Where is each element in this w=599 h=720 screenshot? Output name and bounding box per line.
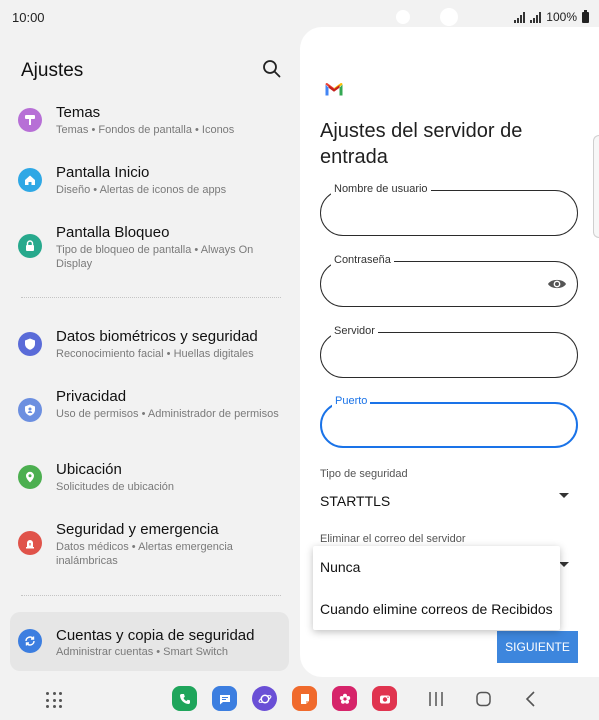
edge-panel-handle[interactable] (593, 135, 599, 238)
port-label: Puerto (332, 395, 371, 407)
port-input[interactable] (336, 416, 536, 436)
port-field[interactable]: Puerto (320, 395, 578, 448)
section-divider (21, 297, 281, 298)
lock-icon (18, 234, 42, 258)
settings-item-subtitle: Administrar cuentas • Smart Switch (56, 646, 228, 658)
internet-icon[interactable] (252, 686, 277, 711)
username-input[interactable] (335, 203, 535, 223)
settings-item-title: Pantalla Inicio (56, 164, 150, 181)
password-label: Contraseña (331, 254, 394, 266)
settings-item-emergencia[interactable]: Seguridad y emergencia Datos médicos • A… (10, 521, 289, 571)
location-pin-icon (18, 465, 42, 489)
back-icon[interactable] (524, 689, 538, 709)
settings-item-title: Temas (56, 104, 101, 121)
server-label: Servidor (331, 325, 378, 337)
settings-item-pantalla-bloqueo[interactable]: Pantalla Bloqueo Tipo de bloqueo de pant… (10, 224, 289, 274)
settings-item-title: Ubicación (56, 461, 122, 478)
battery-percent: 100% (546, 10, 577, 24)
paint-roller-icon (18, 108, 42, 132)
apps-grid-icon[interactable] (46, 692, 62, 708)
message-icon[interactable] (212, 686, 237, 711)
eye-icon[interactable] (547, 275, 567, 293)
server-field[interactable]: Servidor (320, 325, 578, 378)
sync-icon (18, 629, 42, 653)
chevron-down-icon[interactable] (559, 562, 569, 567)
security-type-select[interactable]: STARTTLS (320, 493, 390, 509)
battery-icon (582, 9, 589, 23)
chevron-down-icon[interactable] (559, 493, 569, 498)
phone-icon[interactable] (172, 686, 197, 711)
password-input[interactable] (335, 274, 535, 294)
navigation-bar (0, 680, 599, 720)
settings-item-title: Cuentas y copia de seguridad (56, 627, 255, 644)
dropdown-option-never[interactable]: Nunca (320, 559, 360, 575)
username-label: Nombre de usuario (331, 183, 431, 195)
privacy-shield-icon (18, 398, 42, 422)
search-icon[interactable] (262, 59, 282, 79)
home-icon (18, 168, 42, 192)
next-button[interactable]: SIGUIENTE (497, 631, 578, 663)
flower-icon[interactable] (332, 686, 357, 711)
dropdown-option-when-deleted[interactable]: Cuando elimine correos de Recibidos (320, 601, 553, 617)
recent-apps-icon[interactable] (428, 689, 444, 709)
username-field[interactable]: Nombre de usuario (320, 183, 578, 236)
emergency-icon (18, 531, 42, 555)
settings-item-subtitle: Uso de permisos • Administrador de permi… (56, 408, 279, 420)
settings-item-subtitle: Temas • Fondos de pantalla • Iconos (56, 124, 235, 136)
delete-mail-label: Eliminar el correo del servidor (320, 533, 466, 545)
signal-icon (514, 11, 526, 23)
status-time: 10:00 (12, 10, 45, 25)
page-title: Ajustes (21, 60, 84, 81)
home-button-icon[interactable] (475, 689, 493, 709)
settings-item-pantalla-inicio[interactable]: Pantalla Inicio Diseño • Alertas de icon… (10, 164, 289, 204)
camera-cutout-icon (396, 10, 410, 24)
server-input[interactable] (335, 345, 535, 365)
status-indicators: 100% (514, 9, 589, 24)
camera-icon[interactable] (372, 686, 397, 711)
panel-title: Ajustes del servidor de entrada (320, 120, 523, 168)
settings-item-biometricos[interactable]: Datos biométricos y seguridad Reconocimi… (10, 328, 289, 368)
password-field[interactable]: Contraseña (320, 254, 578, 307)
signal-icon (530, 11, 542, 23)
settings-item-subtitle: Diseño • Alertas de iconos de apps (56, 184, 227, 196)
settings-pane: Ajustes Temas Temas • Fondos de pantalla… (0, 34, 299, 674)
shield-icon (18, 332, 42, 356)
settings-item-title: Seguridad y emergencia (56, 521, 219, 538)
settings-item-title: Privacidad (56, 388, 127, 405)
settings-item-cuentas[interactable]: Cuentas y copia de seguridad Administrar… (10, 612, 289, 671)
gmail-logo-icon (325, 82, 343, 96)
settings-item-subtitle: Datos médicos • Alertas emergencia inalá… (56, 541, 233, 567)
settings-item-privacidad[interactable]: Privacidad Uso de permisos • Administrad… (10, 388, 289, 438)
settings-item-title: Datos biométricos y seguridad (56, 328, 258, 345)
settings-item-ubicacion[interactable]: Ubicación Solicitudes de ubicación (10, 461, 289, 501)
notes-icon[interactable] (292, 686, 317, 711)
section-divider (21, 595, 281, 596)
settings-item-temas[interactable]: Temas Temas • Fondos de pantalla • Icono… (10, 104, 289, 144)
delete-mail-dropdown: Nunca Cuando elimine correos de Recibido… (313, 546, 560, 630)
settings-item-subtitle: Tipo de bloqueo de pantalla • Always On … (56, 244, 254, 270)
settings-item-subtitle: Solicitudes de ubicación (56, 481, 175, 493)
camera-cutout-icon (440, 8, 458, 26)
security-type-label: Tipo de seguridad (320, 468, 408, 480)
settings-item-subtitle: Reconocimiento facial • Huellas digitale… (56, 348, 254, 360)
settings-item-title: Pantalla Bloqueo (56, 224, 170, 241)
